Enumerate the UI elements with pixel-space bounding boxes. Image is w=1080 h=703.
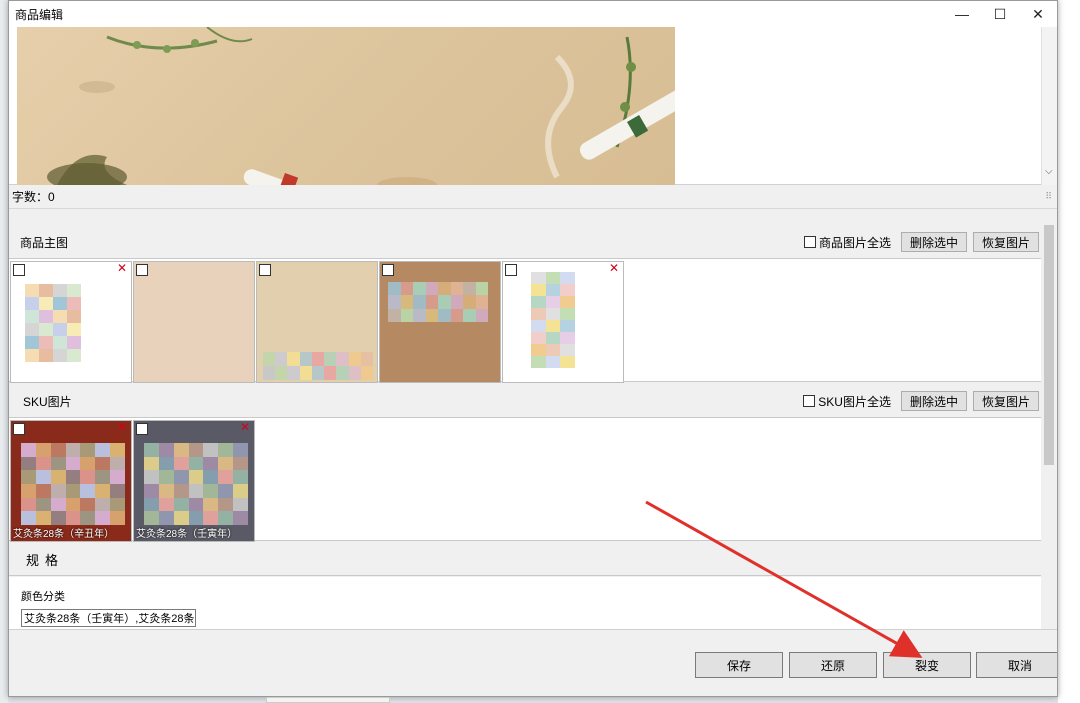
main-images-select-all-checkbox[interactable] <box>803 236 816 248</box>
sku-images-select-all[interactable]: SKU图片全选 <box>803 393 891 410</box>
remove-icon[interactable]: ✕ <box>240 421 250 434</box>
main-image-3-checkbox[interactable] <box>259 264 271 276</box>
sku-image-2-checkbox[interactable] <box>136 423 148 435</box>
main-scrollbar[interactable] <box>1041 209 1057 629</box>
description-editor[interactable]: ⌵ <box>9 27 1057 185</box>
editor-status-bar: 字数：0 ⠿ <box>9 185 1057 209</box>
description-banner-image <box>17 27 675 185</box>
main-scrollbar-thumb[interactable] <box>1044 225 1054 465</box>
spec-panel: 颜色分类 艾灸条28条（壬寅年）,艾灸条28条 ⌵ <box>9 577 1041 629</box>
color-category-label: 颜色分类 <box>21 591 65 603</box>
sku-images-restore-button[interactable]: 恢复图片 <box>972 391 1039 411</box>
main-images-delete-selected-button[interactable]: 删除选中 <box>900 232 967 252</box>
save-button[interactable]: 保存 <box>695 652 783 678</box>
main-image-4[interactable] <box>379 261 501 383</box>
clone-button[interactable]: 裂变 <box>883 652 971 678</box>
pixelated-mosaic <box>25 284 81 362</box>
maximize-button[interactable]: ☐ <box>981 1 1019 27</box>
pixelated-mosaic <box>144 443 248 525</box>
main-image-1[interactable]: ✕ <box>10 261 132 383</box>
minimize-button[interactable]: — <box>943 1 981 27</box>
desktop-background-right <box>1058 0 1080 703</box>
sku-image-1[interactable]: ✕ 艾灸条28条（辛丑年） <box>10 420 132 542</box>
sku-images-delete-selected-button[interactable]: 删除选中 <box>900 391 967 411</box>
resize-grip-icon[interactable]: ⠿ <box>1045 191 1052 202</box>
close-button[interactable]: ✕ <box>1019 1 1057 27</box>
restore-button[interactable]: 还原 <box>789 652 877 678</box>
editor-scrollbar[interactable]: ⌵ <box>1041 27 1057 185</box>
main-images-restore-button[interactable]: 恢复图片 <box>972 232 1039 252</box>
sku-images-select-all-label: SKU图片全选 <box>818 394 891 409</box>
window-title: 商品编辑 <box>15 7 64 22</box>
main-images-select-all-label: 商品图片全选 <box>818 235 891 250</box>
pixelated-mosaic <box>263 352 373 380</box>
sku-images-select-all-checkbox[interactable] <box>803 395 816 407</box>
spec-header: 规格 <box>9 544 1057 576</box>
desktop-background-left <box>0 0 8 703</box>
pixelated-mosaic <box>531 272 575 368</box>
main-image-4-checkbox[interactable] <box>382 264 394 276</box>
main-image-2-checkbox[interactable] <box>136 264 148 276</box>
sku-image-2-caption: 艾灸条28条（壬寅年） <box>136 529 238 540</box>
main-image-2[interactable] <box>133 261 255 383</box>
remove-icon[interactable]: ✕ <box>609 262 619 275</box>
remove-icon[interactable]: ✕ <box>117 262 127 275</box>
sku-images-list: ✕ 艾灸条28条（辛丑年） ✕ 艾灸条28条（壬寅年） <box>9 417 1057 542</box>
color-category-select[interactable]: 艾灸条28条（壬寅年）,艾灸条28条 ⌵ <box>21 609 196 627</box>
main-image-1-checkbox[interactable] <box>13 264 25 276</box>
chevron-down-icon[interactable]: ⌵ <box>1045 166 1053 177</box>
main-images-select-all[interactable]: 商品图片全选 <box>803 234 891 251</box>
sku-image-1-checkbox[interactable] <box>13 423 25 435</box>
herb-scene-illustration <box>47 27 675 185</box>
main-images-label: 商品主图 <box>20 235 69 250</box>
product-edit-window: 商品编辑 — ☐ ✕ ⌵ 字数：0 ⠿ 商品主图 商品图片全选 删除选中 恢复图… <box>8 0 1058 697</box>
sku-image-2[interactable]: ✕ 艾灸条28条（壬寅年） <box>133 420 255 542</box>
main-images-list: ✕ ✕ <box>9 258 1057 383</box>
sku-images-label: SKU图片 <box>23 394 72 409</box>
cancel-button[interactable]: 取消 <box>976 652 1057 678</box>
main-image-3[interactable] <box>256 261 378 383</box>
pixelated-mosaic <box>388 282 488 322</box>
background-window-peek <box>266 697 390 703</box>
pixelated-mosaic <box>21 443 125 525</box>
word-count: 字数：0 <box>12 190 55 204</box>
sku-image-1-caption: 艾灸条28条（辛丑年） <box>13 529 115 540</box>
footer-bar: 保存 还原 裂变 取消 <box>9 629 1057 696</box>
main-image-5-checkbox[interactable] <box>505 264 517 276</box>
chevron-down-icon[interactable]: ⌵ <box>184 611 192 622</box>
color-category-value: 艾灸条28条（壬寅年）,艾灸条28条 <box>24 613 195 625</box>
main-images-header: 商品主图 商品图片全选 删除选中 恢复图片 <box>9 226 1057 258</box>
title-bar: 商品编辑 — ☐ ✕ <box>9 1 1057 27</box>
remove-icon[interactable]: ✕ <box>117 421 127 434</box>
main-image-5[interactable]: ✕ <box>502 261 624 383</box>
spec-label: 规格 <box>26 553 65 568</box>
sku-images-header: SKU图片 SKU图片全选 删除选中 恢复图片 <box>9 385 1057 417</box>
